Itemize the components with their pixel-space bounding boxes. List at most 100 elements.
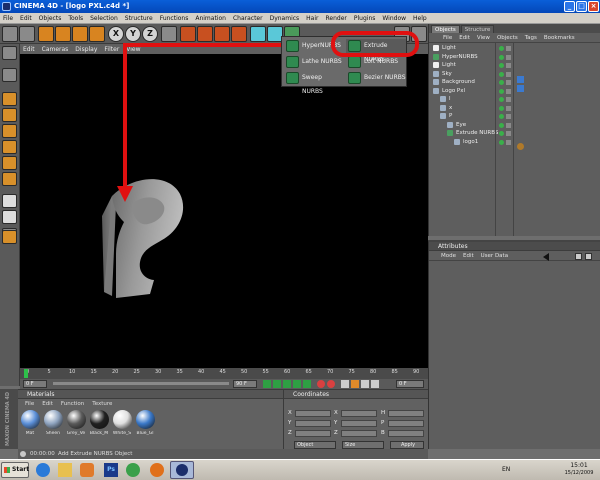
key-param-icon[interactable]: [371, 380, 379, 388]
position-field[interactable]: [295, 430, 331, 437]
messenger-icon[interactable]: [126, 463, 140, 477]
rotation-field[interactable]: [388, 420, 424, 427]
size-field[interactable]: [341, 430, 377, 437]
ie-icon[interactable]: [36, 463, 50, 477]
popup-bezier-nurbs[interactable]: Bezier NURBS: [346, 71, 406, 85]
material-swatch[interactable]: [44, 410, 63, 429]
key-scale-icon[interactable]: [361, 380, 369, 388]
objects-menu-file[interactable]: File: [443, 35, 452, 41]
media-player-icon[interactable]: [80, 463, 94, 477]
visibility-dot-icon[interactable]: [499, 46, 504, 51]
materials-menu-function[interactable]: Function: [61, 401, 84, 407]
enabled-check-icon[interactable]: [506, 63, 511, 68]
object-row[interactable]: Logo Pxl: [429, 87, 600, 96]
visibility-dot-icon[interactable]: [499, 88, 504, 94]
attributes-menu-user-data[interactable]: User Data: [481, 253, 508, 259]
enabled-check-icon[interactable]: [506, 54, 511, 60]
go-to-start-icon[interactable]: [263, 380, 271, 388]
extrude-tag-icon[interactable]: [517, 143, 524, 150]
materials-menu-edit[interactable]: Edit: [42, 401, 53, 407]
attributes-menu-mode[interactable]: Mode: [441, 253, 456, 259]
photoshop-icon[interactable]: Ps: [104, 463, 118, 477]
materials-menu-texture[interactable]: Texture: [92, 401, 112, 407]
enabled-check-icon[interactable]: [506, 46, 511, 51]
objects-menu-tags[interactable]: Tags: [525, 35, 537, 41]
object-row[interactable]: P: [429, 112, 600, 121]
step-forward-icon[interactable]: [293, 380, 301, 388]
visibility-dot-icon[interactable]: [499, 97, 504, 102]
materials-menu-file[interactable]: File: [25, 401, 34, 407]
background-tag-icon[interactable]: [517, 85, 524, 92]
enabled-check-icon[interactable]: [506, 122, 511, 128]
apply-button[interactable]: Apply: [390, 441, 424, 449]
visibility-dot-icon[interactable]: [499, 122, 504, 128]
object-row[interactable]: Light: [429, 44, 600, 53]
tab-structure[interactable]: Structure: [460, 25, 495, 33]
enabled-check-icon[interactable]: [506, 80, 511, 85]
step-back-icon[interactable]: [273, 380, 281, 388]
size-field[interactable]: [341, 420, 377, 427]
start-frame-field[interactable]: 0 F: [23, 380, 47, 388]
object-row[interactable]: HyperNURBS: [429, 53, 600, 62]
material-swatch[interactable]: [90, 410, 109, 429]
object-row[interactable]: l: [429, 95, 600, 104]
position-field[interactable]: [295, 420, 331, 427]
material-swatch[interactable]: [136, 410, 155, 429]
cinema4d-taskbar-button[interactable]: [170, 461, 194, 479]
enabled-check-icon[interactable]: [506, 88, 511, 94]
end-frame-field[interactable]: 90 F: [233, 380, 257, 388]
go-to-end-icon[interactable]: [303, 380, 311, 388]
popup-loft-nurbs[interactable]: Loft NURBS: [346, 55, 406, 69]
visibility-dot-icon[interactable]: [499, 63, 504, 68]
objects-menu-objects[interactable]: Objects: [497, 35, 518, 41]
attributes-menu-edit[interactable]: Edit: [463, 253, 474, 259]
object-row[interactable]: Background: [429, 78, 600, 87]
coord-size-select[interactable]: Size: [342, 441, 384, 449]
firefox-icon[interactable]: [150, 463, 164, 477]
rotation-field[interactable]: [388, 410, 424, 417]
lock-icon[interactable]: [575, 253, 582, 260]
play-icon[interactable]: [283, 380, 291, 388]
enabled-check-icon[interactable]: [506, 114, 511, 119]
popup-sweep-nurbs[interactable]: Sweep NURBS: [284, 71, 344, 95]
start-button[interactable]: Start: [1, 462, 29, 478]
material-swatch[interactable]: [67, 410, 86, 429]
enabled-check-icon[interactable]: [506, 97, 511, 102]
playhead-marker[interactable]: [24, 369, 28, 378]
key-rotation-icon[interactable]: [351, 380, 359, 388]
enabled-check-icon[interactable]: [506, 131, 511, 136]
object-row[interactable]: Light: [429, 61, 600, 70]
enabled-check-icon[interactable]: [506, 71, 511, 77]
current-frame-field[interactable]: 0 F: [396, 380, 424, 388]
objects-menu-view[interactable]: View: [477, 35, 490, 41]
visibility-dot-icon[interactable]: [499, 71, 504, 77]
visibility-dot-icon[interactable]: [499, 114, 504, 119]
material-swatch[interactable]: [113, 410, 132, 429]
folder-icon[interactable]: [58, 463, 72, 477]
record-icon[interactable]: [317, 380, 325, 388]
autokey-icon[interactable]: [327, 380, 335, 388]
object-row[interactable]: Eye: [429, 121, 600, 130]
tab-objects[interactable]: Objects: [431, 25, 460, 33]
visibility-dot-icon[interactable]: [499, 80, 504, 85]
enabled-check-icon[interactable]: [506, 139, 511, 145]
key-position-icon[interactable]: [341, 380, 349, 388]
object-row[interactable]: logo1: [429, 138, 600, 147]
timeline-ruler[interactable]: 051015202530354045505560657075808590: [20, 368, 428, 379]
object-row[interactable]: x: [429, 104, 600, 113]
clock-date[interactable]: 15/12/2009: [562, 470, 596, 476]
rotation-field[interactable]: [388, 430, 424, 437]
size-field[interactable]: [341, 410, 377, 417]
visibility-dot-icon[interactable]: [499, 131, 504, 136]
popup-lathe-nurbs[interactable]: Lathe NURBS: [284, 55, 344, 69]
visibility-dot-icon[interactable]: [499, 105, 504, 111]
object-row[interactable]: Sky: [429, 70, 600, 79]
coord-mode-select[interactable]: Object: [294, 441, 336, 449]
clock-time[interactable]: 15:01: [562, 462, 596, 469]
material-swatch[interactable]: [21, 410, 40, 429]
back-arrow-icon[interactable]: [543, 253, 549, 261]
objects-menu-bookmarks[interactable]: Bookmarks: [544, 35, 575, 41]
sky-tag-icon[interactable]: [517, 76, 524, 83]
new-window-icon[interactable]: [585, 253, 592, 260]
object-row[interactable]: Extrude NURBS: [429, 129, 600, 138]
